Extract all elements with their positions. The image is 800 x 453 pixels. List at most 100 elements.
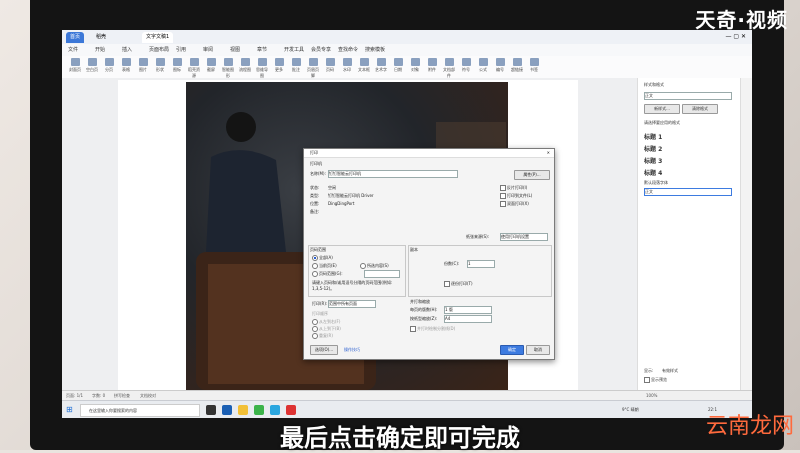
divider-checkbox[interactable] — [410, 326, 416, 332]
print-to-file-checkbox[interactable] — [500, 193, 506, 199]
ribbon-button[interactable]: 空白页 — [85, 58, 99, 73]
style-heading-1[interactable]: 标题 1 — [644, 132, 732, 141]
window-controls[interactable]: — ▢ ✕ — [725, 33, 746, 40]
new-style-button[interactable]: 新样式... — [644, 104, 680, 114]
ribbon-button[interactable]: 图标 — [170, 58, 184, 73]
copies-section-label: 副本 — [410, 247, 418, 252]
weather[interactable]: 9°C 晴朗 — [622, 407, 639, 413]
browser-icon[interactable] — [270, 405, 280, 415]
clear-format-button[interactable]: 清除格式 — [682, 104, 718, 114]
ribbon-button[interactable]: 对象 — [408, 58, 422, 73]
range-all-radio[interactable] — [312, 255, 318, 261]
ribbon-button[interactable]: 日期 — [391, 58, 405, 73]
tab-docer[interactable]: 稻壳 — [92, 32, 110, 43]
collate-checkbox[interactable] — [444, 281, 450, 287]
menu-item[interactable]: 开始 — [95, 46, 105, 54]
ribbon-label: 编号 — [496, 67, 504, 72]
ribbon-button[interactable]: 批注 — [289, 58, 303, 73]
duplex-checkbox[interactable] — [500, 201, 506, 207]
menu-item[interactable]: 审阅 — [203, 46, 213, 54]
style-heading-3[interactable]: 标题 3 — [644, 156, 732, 165]
ribbon-button[interactable]: 分页 — [102, 58, 116, 73]
ribbon-icon — [512, 58, 522, 66]
menu-item[interactable]: 章节 — [257, 46, 267, 54]
print-what-select[interactable]: 范围中所有页面 — [328, 300, 376, 308]
range-selection-radio[interactable] — [360, 263, 366, 269]
style-body[interactable]: 正文 — [644, 188, 732, 196]
ribbon-button[interactable]: 水印 — [340, 58, 354, 73]
style-heading-2[interactable]: 标题 2 — [644, 144, 732, 153]
divider-label: 并打时绘制分割线(D) — [417, 326, 456, 331]
ribbon-button[interactable]: 更多 — [272, 58, 286, 73]
ribbon-button[interactable]: 页码 — [323, 58, 337, 73]
ribbon-label: 艺术字 — [375, 67, 387, 72]
ribbon-button[interactable]: 稻壳资源 — [187, 58, 201, 79]
ribbon-button[interactable]: 思维导图 — [255, 58, 269, 79]
order-repeat-radio[interactable] — [312, 333, 318, 339]
ribbon-button[interactable]: 超链接 — [510, 58, 524, 73]
ribbon-button[interactable]: 文本框 — [357, 58, 371, 73]
current-style-select[interactable]: 正文 — [644, 92, 732, 100]
explorer-icon[interactable] — [238, 405, 248, 415]
paper-source-select[interactable]: 使用打印机设置 — [500, 233, 548, 241]
order-lr-radio[interactable] — [312, 319, 318, 325]
ribbon-button[interactable]: 表格 — [119, 58, 133, 73]
page-range-input[interactable] — [364, 270, 400, 278]
ribbon-icon — [478, 58, 488, 66]
wps-icon[interactable] — [286, 405, 296, 415]
menu-item[interactable]: 开发工具 — [284, 46, 304, 54]
show-value[interactable]: 有效样式 — [662, 368, 678, 374]
ribbon-button[interactable]: 流程图 — [238, 58, 252, 73]
per-sheet-select[interactable]: 1 版 — [444, 306, 492, 314]
ribbon-button[interactable]: 截屏 — [204, 58, 218, 73]
cancel-button[interactable]: 取消 — [526, 345, 550, 355]
close-icon[interactable]: ✕ — [547, 149, 550, 157]
edge-icon[interactable] — [222, 405, 232, 415]
copies-input[interactable]: 1 — [467, 260, 495, 268]
ribbon-button[interactable]: 书签 — [527, 58, 541, 73]
tab-document[interactable]: 文字文稿1 — [142, 32, 174, 43]
task-view-icon[interactable] — [206, 405, 216, 415]
style-default-font[interactable]: 默认段落字体 — [644, 180, 668, 186]
menu-item[interactable]: 文件 — [68, 46, 78, 54]
style-heading-4[interactable]: 标题 4 — [644, 168, 732, 177]
app-icon[interactable] — [254, 405, 264, 415]
zoom-level[interactable]: 100% — [646, 393, 657, 398]
ribbon-button[interactable]: 公式 — [476, 58, 490, 73]
ribbon-button[interactable]: 封面页 — [68, 58, 82, 73]
tab-home[interactable]: 首页 — [66, 32, 85, 43]
tips-link[interactable]: 操作技巧 — [344, 347, 360, 353]
menu-item[interactable]: 引用 — [176, 46, 186, 54]
properties-button[interactable]: 属性(P)... — [514, 170, 550, 180]
ribbon-button[interactable]: 智能图形 — [221, 58, 235, 79]
ribbon-button[interactable]: 形状 — [153, 58, 167, 73]
ribbon-label: 公式 — [479, 67, 487, 72]
windows-start-icon[interactable]: ⊞ — [66, 405, 73, 414]
order-tb-radio[interactable] — [312, 326, 318, 332]
range-current-radio[interactable] — [312, 263, 318, 269]
menu-item[interactable]: 搜索模板 — [365, 46, 385, 54]
ribbon-button[interactable]: 编号 — [493, 58, 507, 73]
menu-item[interactable]: 视图 — [230, 46, 240, 54]
proofread[interactable]: 文档校对 — [140, 393, 156, 399]
menu-item[interactable]: 查找命令 — [338, 46, 358, 54]
menu-item[interactable]: 会员专享 — [311, 46, 331, 54]
printer-select[interactable]: 钉钉智能云打印机 — [328, 170, 458, 178]
ribbon-button[interactable]: 文档部件 — [442, 58, 456, 79]
ribbon-button[interactable]: 附件 — [425, 58, 439, 73]
ribbon-button[interactable]: 图片 — [136, 58, 150, 73]
taskbar: ⊞ 在这里输入你要搜索的内容 9°C 晴朗 22:1 — [62, 400, 752, 418]
ribbon-button[interactable]: 页眉页脚 — [306, 58, 320, 79]
scale-select[interactable]: A4 — [444, 315, 492, 323]
ribbon-button[interactable]: 符号 — [459, 58, 473, 73]
ribbon-button[interactable]: 艺术字 — [374, 58, 388, 73]
ok-button[interactable]: 确定 — [500, 345, 524, 355]
preview-checkbox[interactable] — [644, 377, 650, 383]
range-pages-radio[interactable] — [312, 271, 318, 277]
menu-item[interactable]: 插入 — [122, 46, 132, 54]
reverse-print-checkbox[interactable] — [500, 185, 506, 191]
spell-check[interactable]: 拼写检查 — [114, 393, 130, 399]
taskbar-search[interactable]: 在这里输入你要搜索的内容 — [80, 404, 200, 417]
menu-item[interactable]: 页面布局 — [149, 46, 169, 54]
options-button[interactable]: 选项(O)... — [310, 345, 338, 355]
